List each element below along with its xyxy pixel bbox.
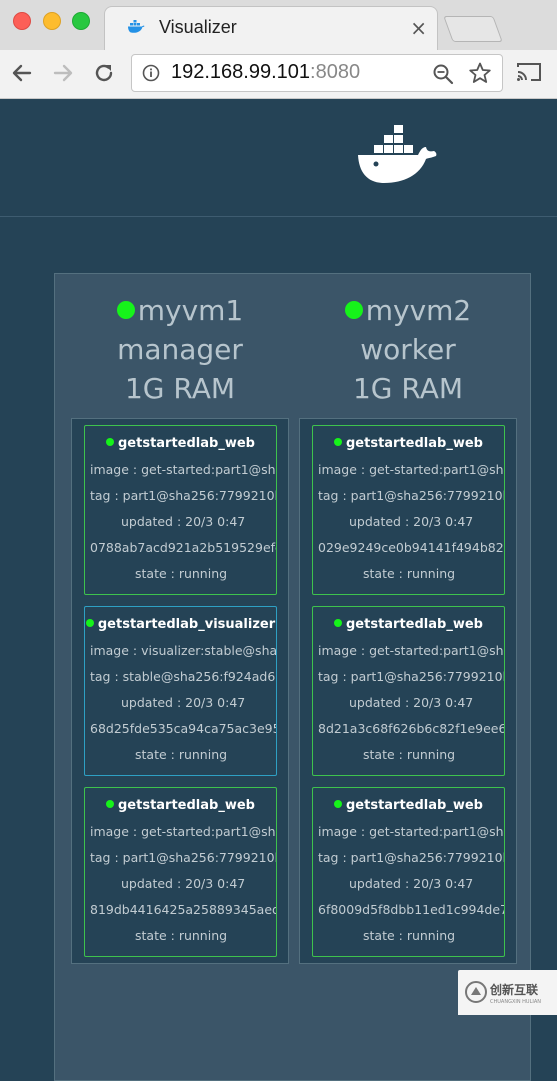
task-id: 029e9249ce0b94141f494b824c (318, 540, 505, 555)
node-myvm2: myvm2 worker 1G RAM getstartedlab_web im… (299, 274, 517, 964)
task-state: state : running (363, 747, 456, 762)
star-icon[interactable] (468, 61, 492, 85)
browser-chrome: Visualizer × 192.168.99.101:8080 (0, 0, 557, 99)
window-close-button[interactable] (13, 12, 31, 30)
task-name: getstartedlab_web (346, 617, 483, 632)
back-arrow-icon[interactable] (8, 59, 36, 87)
node-ram: 1G RAM (352, 372, 464, 405)
window-zoom-button[interactable] (72, 12, 90, 30)
zoom-icon[interactable] (432, 63, 454, 85)
task-name-row: getstartedlab_web (85, 798, 276, 813)
task-status-dot (106, 800, 114, 808)
task-state: state : running (135, 747, 228, 762)
task-status-dot (106, 438, 114, 446)
visualizer-page: myvm1 manager 1G RAM getstartedlab_web i… (0, 99, 557, 1081)
node-ram: 1G RAM (124, 372, 236, 405)
node-task-list: getstartedlab_web image : get-started:pa… (299, 418, 517, 964)
task-id: 819db4416425a25889345aed8 (90, 902, 277, 917)
task-tag: tag : part1@sha256:7799210bd (90, 850, 277, 865)
reload-icon[interactable] (90, 59, 118, 87)
task-status-dot (334, 800, 342, 808)
navigation-bar: 192.168.99.101:8080 (0, 50, 557, 98)
new-tab-button[interactable] (443, 16, 503, 42)
task-id: 6f8009d5f8dbb11ed1c994de7f (318, 902, 505, 917)
task-id: 0788ab7acd921a2b519529efec (90, 540, 277, 555)
url-text[interactable]: 192.168.99.101:8080 (171, 61, 360, 84)
watermark-logo-icon (465, 981, 487, 1003)
task-state: state : running (363, 566, 456, 581)
node-myvm1: myvm1 manager 1G RAM getstartedlab_web i… (71, 274, 289, 964)
task-state: state : running (135, 928, 228, 943)
task-image: image : get-started:part1@sha256 (318, 824, 504, 839)
task-status-dot (334, 619, 342, 627)
task-card[interactable]: getstartedlab_web image : get-started:pa… (312, 606, 505, 776)
node-header: myvm1 manager 1G RAM (71, 274, 289, 419)
tab-strip: Visualizer × (0, 0, 557, 50)
task-tag: tag : part1@sha256:7799210bd (318, 488, 505, 503)
task-updated: updated : 20/3 0:47 (121, 514, 246, 529)
task-name: getstartedlab_web (346, 798, 483, 813)
node-name: myvm1 (137, 294, 244, 327)
watermark: 创新互联 CHUANGXIN HULIAN (458, 970, 557, 1015)
task-image: image : visualizer:stable@sha256 (90, 643, 277, 658)
window-minimize-button[interactable] (43, 12, 61, 30)
node-status-dot (344, 301, 363, 319)
task-card[interactable]: getstartedlab_visualizer image : visuali… (84, 606, 277, 776)
task-card[interactable]: getstartedlab_web image : get-started:pa… (84, 787, 277, 957)
cast-icon[interactable] (516, 60, 542, 84)
task-image: image : get-started:part1@sha256 (318, 643, 504, 658)
watermark-subtext: CHUANGXIN HULIAN (490, 999, 542, 1005)
docker-whale-icon (358, 125, 437, 183)
task-name-row: getstartedlab_visualizer (85, 617, 276, 632)
node-name: myvm2 (365, 294, 472, 327)
node-role: manager (117, 333, 243, 366)
task-name: getstartedlab_visualizer (97, 617, 276, 632)
task-name-row: getstartedlab_web (313, 617, 504, 632)
task-name-row: getstartedlab_web (85, 436, 276, 451)
url-host: 192.168.99.101 (171, 61, 311, 83)
task-tag: tag : stable@sha256:f924ad66c (90, 669, 277, 684)
task-tag: tag : part1@sha256:7799210bd (90, 488, 277, 503)
node-role: worker (360, 333, 456, 366)
tab-title: Visualizer (159, 17, 237, 37)
task-card[interactable]: getstartedlab_web image : get-started:pa… (312, 425, 505, 595)
node-task-list: getstartedlab_web image : get-started:pa… (71, 418, 289, 964)
task-id: 68d25fde535ca94ca75ac3e95a (90, 721, 277, 736)
docker-favicon-icon (128, 20, 145, 33)
task-card[interactable]: getstartedlab_web image : get-started:pa… (84, 425, 277, 595)
task-updated: updated : 20/3 0:47 (121, 876, 246, 891)
tab-visualizer[interactable]: Visualizer × (104, 6, 438, 50)
task-updated: updated : 20/3 0:47 (349, 695, 474, 710)
page-header (0, 99, 557, 217)
task-name-row: getstartedlab_web (313, 436, 504, 451)
task-id: 8d21a3c68f626b6c82f1e9ee62 (318, 721, 505, 736)
task-updated: updated : 20/3 0:47 (121, 695, 246, 710)
swarm-cluster: myvm1 manager 1G RAM getstartedlab_web i… (54, 273, 531, 1081)
task-name: getstartedlab_web (118, 798, 255, 813)
task-name: getstartedlab_web (118, 436, 255, 451)
task-status-dot (85, 619, 94, 627)
task-image: image : get-started:part1@sha256 (90, 824, 276, 839)
task-tag: tag : part1@sha256:7799210bd (318, 669, 505, 684)
task-updated: updated : 20/3 0:47 (349, 876, 474, 891)
url-port: :8080 (310, 61, 361, 83)
task-status-dot (334, 438, 342, 446)
node-status-dot (116, 301, 135, 319)
task-name-row: getstartedlab_web (313, 798, 504, 813)
address-bar[interactable]: 192.168.99.101:8080 (131, 54, 503, 92)
watermark-text: 创新互联 (490, 983, 539, 997)
tab-close-icon[interactable]: × (410, 16, 427, 40)
task-name: getstartedlab_web (346, 436, 483, 451)
task-image: image : get-started:part1@sha256 (90, 462, 276, 477)
task-card[interactable]: getstartedlab_web image : get-started:pa… (312, 787, 505, 957)
forward-arrow-icon[interactable] (49, 59, 77, 87)
task-tag: tag : part1@sha256:7799210bd (318, 850, 505, 865)
node-header: myvm2 worker 1G RAM (299, 274, 517, 419)
task-state: state : running (363, 928, 456, 943)
task-state: state : running (135, 566, 228, 581)
task-image: image : get-started:part1@sha256 (318, 462, 504, 477)
info-icon[interactable] (142, 64, 160, 82)
task-updated: updated : 20/3 0:47 (349, 514, 474, 529)
